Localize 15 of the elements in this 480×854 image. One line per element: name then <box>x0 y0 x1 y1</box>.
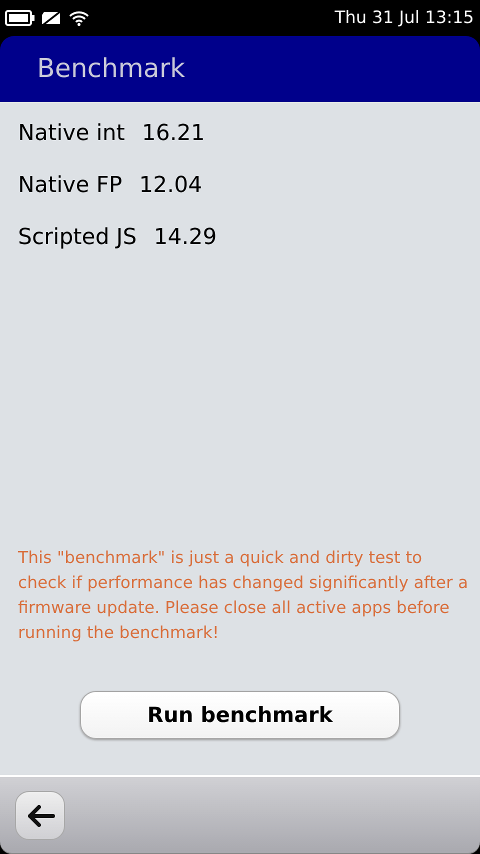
run-benchmark-button[interactable]: Run benchmark <box>80 691 400 739</box>
result-value: 14.29 <box>154 224 217 250</box>
result-value: 12.04 <box>139 172 202 198</box>
info-text: This "benchmark" is just a quick and dirty test to check if performance has changed significantly after a firmware update. Please close all active apps before running the benchmark! <box>18 547 470 644</box>
back-button[interactable] <box>15 791 65 840</box>
result-label: Scripted JS <box>18 224 137 250</box>
wifi-icon <box>69 10 89 26</box>
result-label: Native int <box>18 120 125 146</box>
back-arrow-icon <box>25 804 55 828</box>
status-time: Thu 31 Jul 13:15 <box>334 8 474 28</box>
app-title: Benchmark <box>37 54 186 84</box>
battery-icon <box>5 10 35 26</box>
result-value: 16.21 <box>142 120 205 146</box>
no-sim-icon <box>41 10 63 26</box>
result-label: Native FP <box>18 172 122 198</box>
